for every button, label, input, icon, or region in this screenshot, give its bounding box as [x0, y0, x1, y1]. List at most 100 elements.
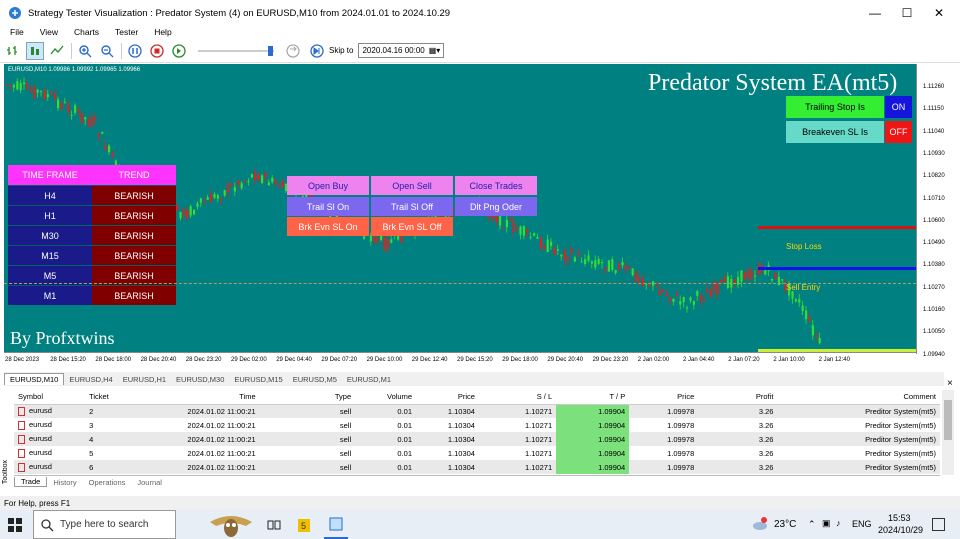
column-header[interactable]: Volume	[355, 390, 417, 405]
table-row[interactable]: eurusd 4 2024.01.02 11:00:21 sell 0.01 1.1030…	[14, 432, 940, 446]
skip-date-input[interactable]: 2020.04.16 00:00 ▦▾	[358, 43, 445, 58]
table-row[interactable]: eurusd 3 2024.01.02 11:00:21 sell 0.01 1.1030…	[14, 418, 940, 432]
column-header[interactable]: Price	[416, 390, 479, 405]
candle-body	[206, 197, 209, 200]
table-scrollbar[interactable]	[942, 390, 954, 475]
trailing-stop-toggle[interactable]: ON	[885, 96, 912, 118]
candle-body	[550, 241, 553, 246]
price-label: 1.11150	[923, 106, 944, 113]
mt5-task-icon[interactable]	[324, 510, 348, 539]
column-header[interactable]: Profit	[698, 390, 778, 405]
symbol-tab[interactable]: EURUSD,M1	[342, 374, 396, 385]
table-row[interactable]: eurusd 6 2024.01.02 11:00:21 sell 0.01 1.1030…	[14, 460, 940, 474]
step-icon[interactable]	[170, 42, 188, 60]
candle-body	[563, 250, 566, 260]
toolbox-tab[interactable]: History	[47, 478, 82, 487]
candle-body	[818, 338, 821, 344]
candle-body	[495, 215, 498, 223]
price-label: 1.10270	[923, 284, 945, 291]
skip-icon[interactable]	[308, 42, 326, 60]
candle-body	[220, 198, 223, 200]
tray-chevron-icon[interactable]: ⌃	[808, 519, 816, 530]
toolbox-label[interactable]: Toolbox	[2, 460, 9, 484]
trail-sl-off-button[interactable]: Trail Sl Off	[371, 197, 453, 216]
toolbox-tab[interactable]: Journal	[131, 478, 168, 487]
zoom-out-icon[interactable]	[98, 42, 116, 60]
breakeven-off-button[interactable]: Brk Evn SL Off	[371, 217, 453, 236]
breakeven-on-button[interactable]: Brk Evn SL On	[287, 217, 369, 236]
maximize-button[interactable]: ☐	[890, 0, 924, 26]
breakeven-toggle[interactable]: OFF	[885, 121, 912, 143]
table-cell: 2024.01.02 11:00:21	[158, 432, 260, 446]
candle-body	[631, 268, 634, 276]
column-header[interactable]: T / P	[556, 390, 630, 405]
pause-icon[interactable]	[126, 42, 144, 60]
table-row[interactable]: eurusd 2 2024.01.02 11:00:21 sell 0.01 1.1030…	[14, 404, 940, 418]
order-icon	[18, 434, 25, 444]
toolbox-tab[interactable]: Operations	[83, 478, 132, 487]
table-row[interactable]: eurusd 5 2024.01.02 11:00:21 sell 0.01 1.1030…	[14, 446, 940, 460]
symbol-tab[interactable]: EURUSD,H4	[64, 374, 117, 385]
owl-icon[interactable]	[206, 510, 256, 539]
app-badge-icon[interactable]: 5	[292, 510, 316, 539]
column-header[interactable]: Comment	[777, 390, 940, 405]
column-header[interactable]: Type	[259, 390, 356, 405]
toolbox-tab[interactable]: Trade	[14, 477, 48, 487]
temperature: 23°C	[774, 519, 797, 530]
menu-tester[interactable]: Tester	[115, 27, 138, 37]
stop-icon[interactable]	[148, 42, 166, 60]
trail-sl-on-button[interactable]: Trail Sl On	[287, 197, 369, 216]
candle-body	[488, 215, 491, 219]
close-panel-icon[interactable]: ×	[947, 378, 953, 389]
open-sell-button[interactable]: Open Sell	[371, 176, 453, 195]
column-header[interactable]: S / L	[478, 390, 557, 405]
menu-help[interactable]: Help	[154, 27, 171, 37]
candles-icon[interactable]	[26, 41, 44, 60]
column-header[interactable]: Price	[629, 390, 699, 405]
symbol-tab[interactable]: EURUSD,M30	[171, 374, 229, 385]
bar-chart-icon[interactable]	[4, 42, 22, 60]
entry-line[interactable]	[758, 267, 916, 270]
volume-icon[interactable]: ♪	[836, 518, 841, 528]
menu-charts[interactable]: Charts	[74, 27, 99, 37]
clock-time: 15:53	[888, 513, 911, 523]
column-header[interactable]: Symbol	[14, 390, 86, 405]
network-icon[interactable]: ▣	[822, 518, 831, 529]
symbol-tab[interactable]: EURUSD,M10	[4, 373, 65, 385]
minimize-button[interactable]: —	[858, 0, 892, 26]
menu-view[interactable]: View	[40, 27, 58, 37]
column-header[interactable]: Ticket	[85, 390, 159, 405]
symbol-tab[interactable]: EURUSD,M15	[229, 374, 287, 385]
column-header[interactable]: Time	[158, 390, 260, 405]
trend-timeframe: M5	[8, 265, 92, 285]
taskbar-search[interactable]: Type here to search	[33, 510, 176, 539]
candle-body	[573, 257, 576, 262]
menu-file[interactable]: File	[10, 27, 24, 37]
language-indicator[interactable]: ENG	[852, 519, 872, 529]
symbol-tab[interactable]: EURUSD,M5	[288, 374, 342, 385]
line-chart-icon[interactable]	[48, 42, 66, 60]
close-button[interactable]: ✕	[922, 0, 956, 26]
open-buy-button[interactable]: Open Buy	[287, 176, 369, 195]
forward-icon[interactable]	[284, 42, 302, 60]
candle-body	[233, 187, 236, 192]
zoom-in-icon[interactable]	[76, 42, 94, 60]
close-trades-button[interactable]: Close Trades	[455, 176, 537, 195]
table-cell: sell	[259, 418, 356, 432]
stop-loss-line[interactable]	[758, 226, 916, 229]
candle-body	[380, 236, 383, 241]
symbol-tab[interactable]: EURUSD,H1	[118, 374, 171, 385]
table-cell: 1.10271	[478, 418, 557, 432]
notification-icon[interactable]	[932, 518, 945, 531]
table-cell: 1.09904	[556, 460, 630, 474]
chart-area[interactable]: EURUSD,M10 1.09986 1.09992 1.09965 1.099…	[4, 64, 916, 352]
time-axis: 28 Dec 2023 28 Dec 15:20 28 Dec 18:00 28 De…	[4, 352, 916, 370]
candle-body	[261, 175, 264, 183]
speed-slider[interactable]	[198, 45, 274, 56]
weather-icon[interactable]	[752, 516, 768, 532]
by-label: By Profxtwins	[10, 328, 115, 348]
candle-body	[611, 259, 614, 270]
task-view-icon[interactable]	[262, 510, 286, 539]
delete-pending-button[interactable]: Dlt Png Oder	[455, 197, 537, 216]
windows-start-icon[interactable]	[0, 510, 30, 539]
